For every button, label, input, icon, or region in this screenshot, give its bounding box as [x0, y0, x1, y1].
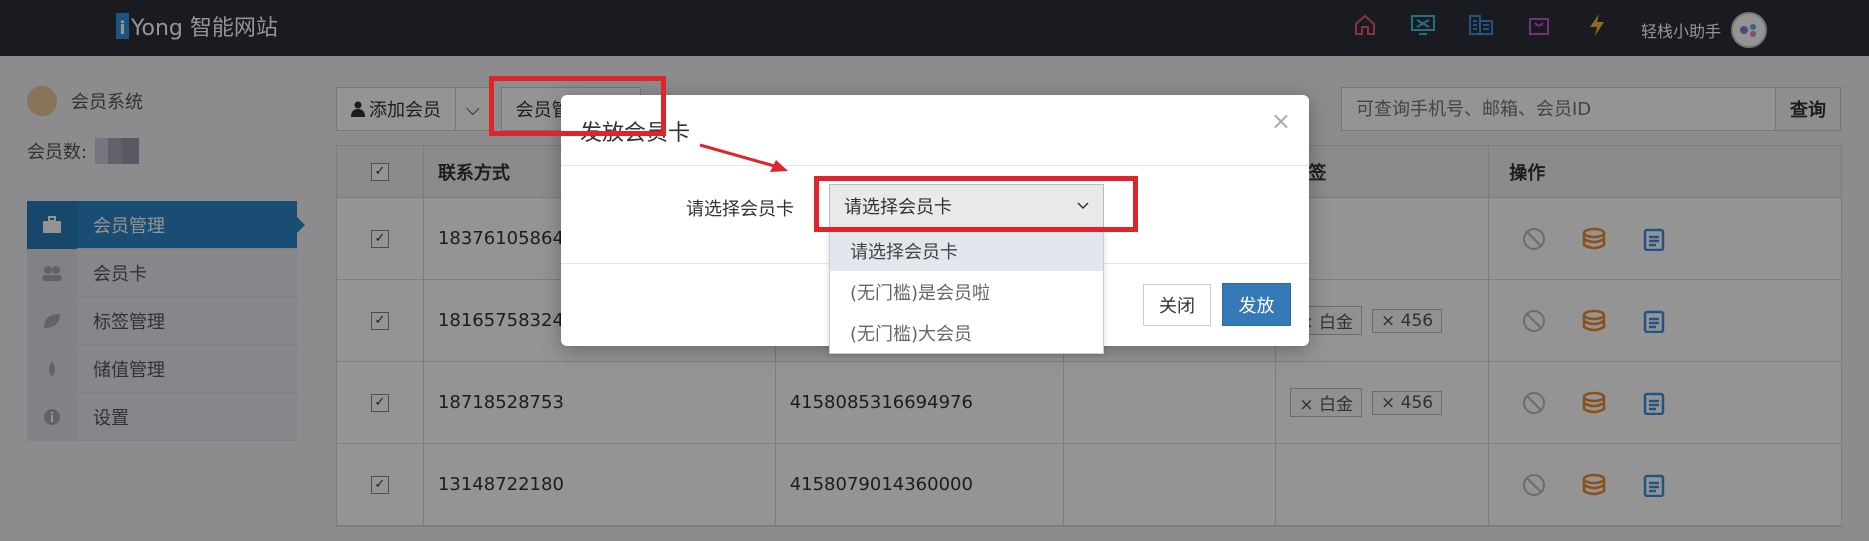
- annotation-arrow: [699, 143, 788, 172]
